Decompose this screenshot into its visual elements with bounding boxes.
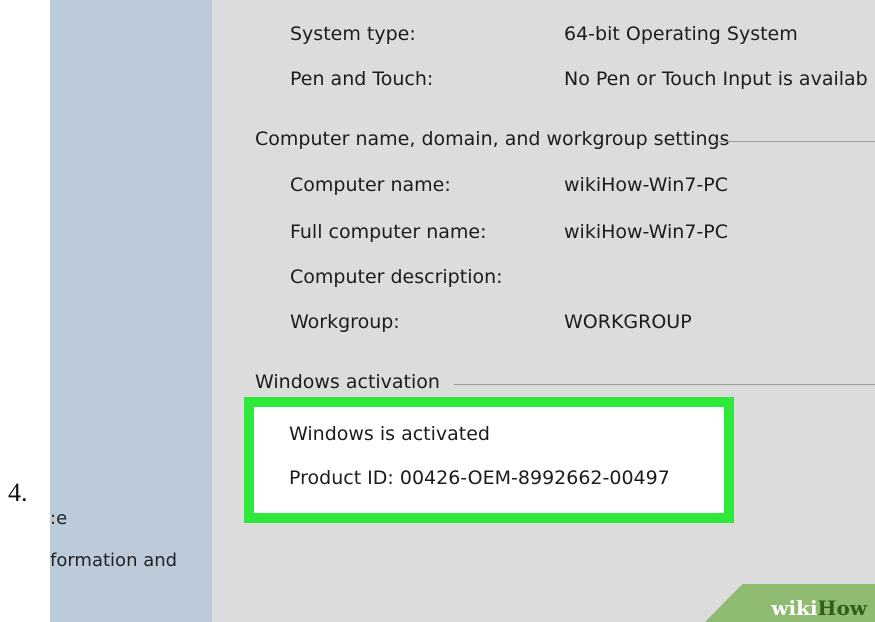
section-divider [714,141,875,142]
computer-name-label: Computer name: [290,174,451,196]
full-computer-name-label: Full computer name: [290,221,487,243]
computer-name-value: wikiHow-Win7-PC [564,174,728,196]
workgroup-label: Workgroup: [290,311,400,333]
sidebar-link-fragment[interactable]: formation and [50,550,177,571]
activation-status: Windows is activated [289,423,490,445]
sidebar-link-fragment[interactable]: :e [50,508,67,529]
product-id: Product ID: 00426-OEM-8992662-00497 [289,467,670,489]
section-divider [454,384,875,385]
wikihow-watermark: wikiHow [771,596,867,620]
activation-highlight-box: Windows is activated Product ID: 00426-O… [244,397,734,523]
watermark-part1: wiki [771,596,818,620]
workgroup-value: WORKGROUP [564,311,692,333]
full-computer-name-value: wikiHow-Win7-PC [564,221,728,243]
step-number: 4. [8,478,28,507]
system-type-label: System type: [290,23,416,45]
pen-touch-value: No Pen or Touch Input is availab [564,68,868,90]
system-properties-screenshot: :e formation and System type: 64-bit Ope… [50,0,875,622]
watermark-part2: How [817,596,867,620]
computer-name-section-title: Computer name, domain, and workgroup set… [255,128,730,150]
computer-description-label: Computer description: [290,266,503,288]
sidebar-panel: :e formation and [50,0,212,622]
pen-touch-label: Pen and Touch: [290,68,434,90]
windows-activation-section-title: Windows activation [255,371,440,393]
system-type-value: 64-bit Operating System [564,23,798,45]
system-info-panel: System type: 64-bit Operating System Pen… [212,0,875,622]
